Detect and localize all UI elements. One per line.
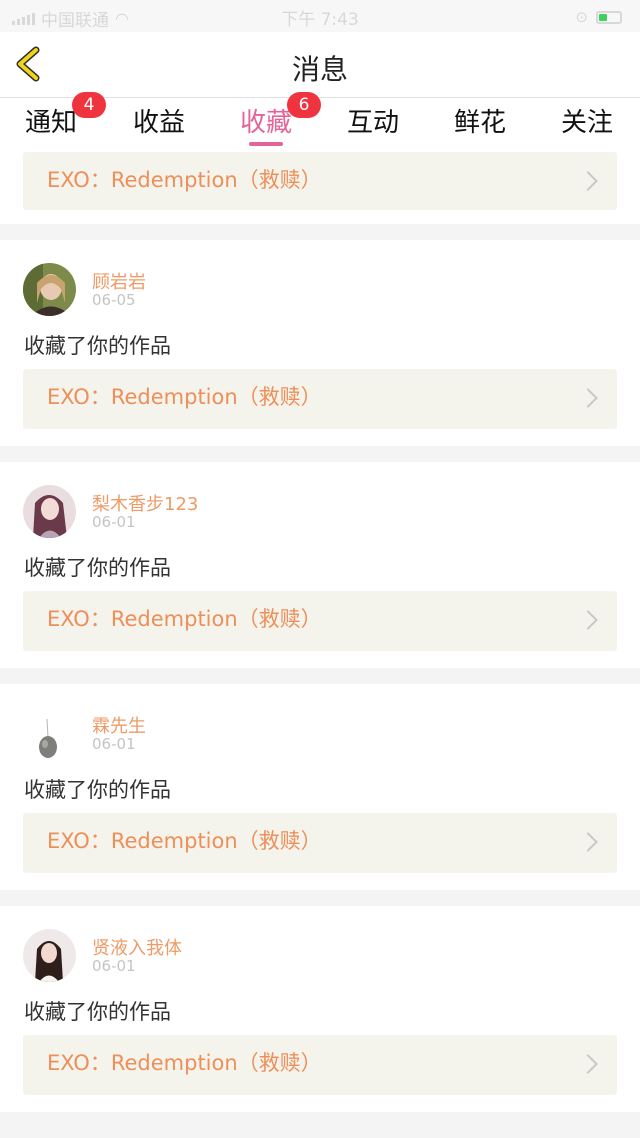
list-item: 顾岩岩 06-05 收藏了你的作品 EXO：Redemption（救赎）: [0, 240, 640, 446]
tab-earnings[interactable]: 收益: [114, 102, 204, 139]
work-link[interactable]: EXO：Redemption（救赎）: [23, 591, 617, 651]
status-time: 下午 7:43: [281, 10, 359, 30]
work-title: EXO：Redemption（救赎）: [47, 168, 322, 192]
tab-label: 鲜花: [453, 108, 506, 138]
tab-label: 收藏: [239, 108, 292, 138]
chevron-right-icon: [578, 171, 598, 191]
work-link[interactable]: EXO：Redemption（救赎）: [23, 369, 617, 429]
tab-bar: 通知 4 收益 收藏 6 互动 鲜花 关注: [0, 92, 640, 150]
work-link[interactable]: EXO：Redemption（救赎）: [23, 813, 617, 873]
list-item: EXO：Redemption（救赎）: [0, 150, 640, 224]
tab-flowers[interactable]: 鲜花: [435, 102, 525, 139]
work-title: EXO：Redemption（救赎）: [47, 829, 322, 853]
tab-label: 关注: [560, 108, 613, 138]
work-link[interactable]: EXO：Redemption（救赎）: [23, 1035, 617, 1095]
avatar[interactable]: [23, 929, 76, 982]
action-text: 收藏了你的作品: [24, 778, 171, 802]
chevron-right-icon: [578, 388, 598, 408]
post-date: 06-01: [92, 957, 136, 975]
tab-interactions[interactable]: 互动: [328, 102, 418, 139]
unread-badge: 6: [287, 92, 321, 118]
tab-favorites[interactable]: 收藏 6: [221, 92, 321, 146]
page-title: 消息: [291, 53, 348, 86]
chevron-right-icon: [578, 1054, 598, 1074]
list-item: 霖先生 06-01 收藏了你的作品 EXO：Redemption（救赎）: [0, 684, 640, 890]
list-item: 梨木香步123 06-01 收藏了你的作品 EXO：Redemption（救赎）: [0, 462, 640, 668]
tab-label: 收益: [132, 108, 185, 138]
action-text: 收藏了你的作品: [24, 1000, 171, 1024]
work-title: EXO：Redemption（救赎）: [47, 1051, 322, 1075]
status-right: ⊙: [575, 8, 622, 26]
post-date: 06-01: [92, 735, 136, 753]
work-title: EXO：Redemption（救赎）: [47, 607, 322, 631]
orientation-lock-icon: ⊙: [575, 8, 588, 26]
list-item: 贤液入我体 06-01 收藏了你的作品 EXO：Redemption（救赎）: [0, 906, 640, 1112]
action-text: 收藏了你的作品: [24, 556, 171, 580]
work-title: EXO：Redemption（救赎）: [47, 385, 322, 409]
avatar[interactable]: [23, 263, 76, 316]
avatar[interactable]: [23, 485, 76, 538]
status-bar: 中国联通 ◠ 下午 7:43 ⊙: [0, 0, 640, 32]
chevron-right-icon: [578, 832, 598, 852]
active-tab-indicator: [249, 142, 283, 146]
action-text: 收藏了你的作品: [24, 334, 171, 358]
work-link[interactable]: EXO：Redemption（救赎）: [23, 152, 617, 210]
tab-following[interactable]: 关注: [542, 102, 632, 139]
post-date: 06-01: [92, 513, 136, 531]
tab-label: 通知: [24, 108, 77, 138]
avatar[interactable]: [23, 707, 76, 760]
battery-icon: [596, 10, 622, 24]
unread-badge: 4: [72, 92, 106, 118]
tab-notifications[interactable]: 通知 4: [6, 92, 106, 139]
post-date: 06-05: [92, 291, 136, 309]
tab-label: 互动: [346, 108, 399, 138]
nav-bar: 消息: [0, 32, 640, 98]
chevron-right-icon: [578, 610, 598, 630]
